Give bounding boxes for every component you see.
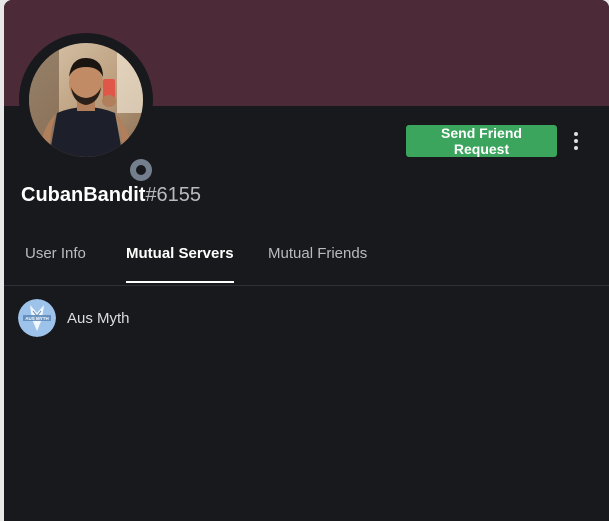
profile-tab-bar: User Info Mutual Servers Mutual Friends bbox=[4, 236, 609, 286]
avatar-frame bbox=[19, 33, 157, 186]
avatar-photo-icon bbox=[29, 43, 143, 157]
aus-myth-logo-icon: AUS MYTH bbox=[18, 299, 56, 337]
user-profile-modal: Send Friend Request CubanBandit#6155 Use… bbox=[4, 0, 609, 521]
offline-status-icon bbox=[130, 159, 152, 181]
username-text: CubanBandit bbox=[21, 184, 146, 206]
tab-mutual-servers[interactable]: Mutual Servers bbox=[126, 245, 234, 283]
discriminator-text: #6155 bbox=[145, 184, 202, 206]
tab-mutual-friends[interactable]: Mutual Friends bbox=[268, 245, 367, 283]
avatar[interactable] bbox=[29, 43, 143, 157]
profile-username: CubanBandit#6155 bbox=[21, 184, 201, 207]
more-options-icon[interactable] bbox=[566, 125, 586, 157]
server-icon-text: AUS MYTH bbox=[25, 316, 49, 321]
server-icon: AUS MYTH bbox=[18, 299, 56, 337]
mutual-server-item[interactable]: AUS MYTH Aus Myth bbox=[14, 296, 594, 340]
tab-user-info[interactable]: User Info bbox=[25, 245, 86, 283]
server-name: Aus Myth bbox=[67, 309, 130, 327]
status-indicator bbox=[125, 154, 157, 186]
send-friend-request-button[interactable]: Send Friend Request bbox=[406, 125, 557, 157]
